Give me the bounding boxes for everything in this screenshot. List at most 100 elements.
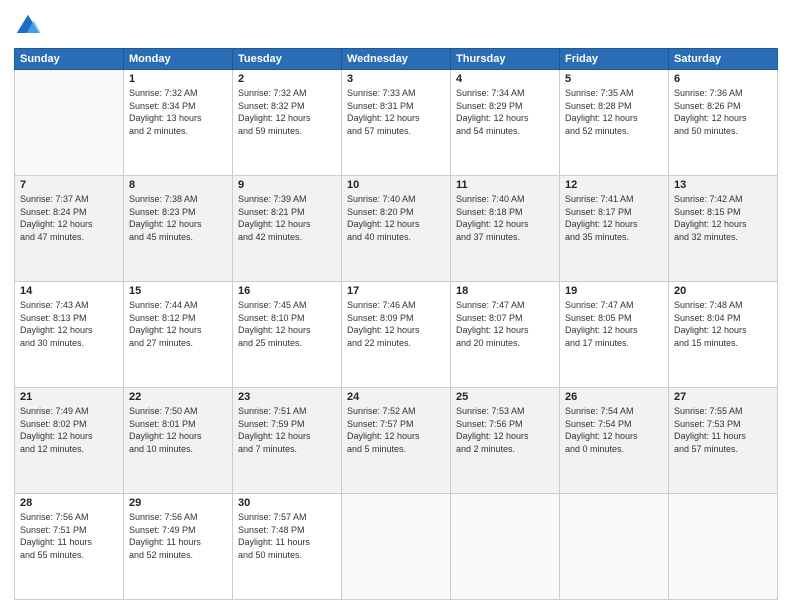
calendar-cell: 3Sunrise: 7:33 AM Sunset: 8:31 PM Daylig… (342, 70, 451, 176)
day-info: Sunrise: 7:39 AM Sunset: 8:21 PM Dayligh… (238, 193, 336, 243)
day-number: 9 (238, 179, 336, 191)
calendar-cell: 29 Sunrise: 7:56 AM Sunset: 7:49 PM Dayli… (124, 494, 233, 600)
day-info: Sunrise: 7:46 AM Sunset: 8:09 PM Dayligh… (347, 299, 445, 349)
weekday-thursday: Thursday (451, 49, 560, 70)
calendar-week-row: 28 Sunrise: 7:56 AM Sunset: 7:51 PM Dayli… (15, 494, 778, 600)
calendar-week-row: 7 Sunrise: 7:37 AM Sunset: 8:24 PM Daylig… (15, 176, 778, 282)
calendar-cell: 10Sunrise: 7:40 AM Sunset: 8:20 PM Dayli… (342, 176, 451, 282)
day-number: 18 (456, 285, 554, 297)
calendar-cell: 1 Sunrise: 7:32 AM Sunset: 8:34 PM Daylig… (124, 70, 233, 176)
calendar-cell (342, 494, 451, 600)
calendar-cell (15, 70, 124, 176)
day-number: 4 (456, 73, 554, 85)
calendar-cell: 9 Sunrise: 7:39 AM Sunset: 8:21 PM Daylig… (233, 176, 342, 282)
day-number: 13 (674, 179, 772, 191)
day-info: Sunrise: 7:57 AM Sunset: 7:48 PM Dayligh… (238, 511, 336, 561)
day-number: 7 (20, 179, 118, 191)
calendar-cell: 21Sunrise: 7:49 AM Sunset: 8:02 PM Dayli… (15, 388, 124, 494)
calendar-cell: 30 Sunrise: 7:57 AM Sunset: 7:48 PM Dayli… (233, 494, 342, 600)
day-number: 12 (565, 179, 663, 191)
calendar-week-row: 21Sunrise: 7:49 AM Sunset: 8:02 PM Dayli… (15, 388, 778, 494)
day-info: Sunrise: 7:43 AM Sunset: 8:13 PM Dayligh… (20, 299, 118, 349)
day-info: Sunrise: 7:35 AM Sunset: 8:28 PM Dayligh… (565, 87, 663, 137)
day-info: Sunrise: 7:51 AM Sunset: 7:59 PM Dayligh… (238, 405, 336, 455)
day-number: 21 (20, 391, 118, 403)
calendar-cell: 5 Sunrise: 7:35 AM Sunset: 8:28 PM Daylig… (560, 70, 669, 176)
calendar-cell: 11 Sunrise: 7:40 AM Sunset: 8:18 PM Dayli… (451, 176, 560, 282)
day-number: 8 (129, 179, 227, 191)
day-info: Sunrise: 7:32 AM Sunset: 8:34 PM Dayligh… (129, 87, 227, 137)
day-number: 24 (347, 391, 445, 403)
day-number: 29 (129, 497, 227, 509)
calendar-cell: 15 Sunrise: 7:44 AM Sunset: 8:12 PM Dayli… (124, 282, 233, 388)
day-info: Sunrise: 7:47 AM Sunset: 8:07 PM Dayligh… (456, 299, 554, 349)
day-number: 19 (565, 285, 663, 297)
weekday-saturday: Saturday (669, 49, 778, 70)
day-number: 11 (456, 179, 554, 191)
day-info: Sunrise: 7:44 AM Sunset: 8:12 PM Dayligh… (129, 299, 227, 349)
calendar-table: SundayMondayTuesdayWednesdayThursdayFrid… (14, 48, 778, 600)
header (14, 12, 778, 40)
day-number: 15 (129, 285, 227, 297)
logo (14, 12, 46, 40)
day-number: 17 (347, 285, 445, 297)
calendar-cell: 4 Sunrise: 7:34 AM Sunset: 8:29 PM Daylig… (451, 70, 560, 176)
day-info: Sunrise: 7:47 AM Sunset: 8:05 PM Dayligh… (565, 299, 663, 349)
day-number: 30 (238, 497, 336, 509)
day-info: Sunrise: 7:55 AM Sunset: 7:53 PM Dayligh… (674, 405, 772, 455)
day-number: 28 (20, 497, 118, 509)
day-number: 1 (129, 73, 227, 85)
day-info: Sunrise: 7:56 AM Sunset: 7:51 PM Dayligh… (20, 511, 118, 561)
day-number: 20 (674, 285, 772, 297)
weekday-sunday: Sunday (15, 49, 124, 70)
day-number: 22 (129, 391, 227, 403)
page: SundayMondayTuesdayWednesdayThursdayFrid… (0, 0, 792, 612)
day-info: Sunrise: 7:34 AM Sunset: 8:29 PM Dayligh… (456, 87, 554, 137)
weekday-tuesday: Tuesday (233, 49, 342, 70)
day-number: 14 (20, 285, 118, 297)
day-number: 5 (565, 73, 663, 85)
calendar-cell: 7 Sunrise: 7:37 AM Sunset: 8:24 PM Daylig… (15, 176, 124, 282)
calendar-cell: 2Sunrise: 7:32 AM Sunset: 8:32 PM Daylig… (233, 70, 342, 176)
day-info: Sunrise: 7:54 AM Sunset: 7:54 PM Dayligh… (565, 405, 663, 455)
day-number: 27 (674, 391, 772, 403)
calendar-cell: 19 Sunrise: 7:47 AM Sunset: 8:05 PM Dayli… (560, 282, 669, 388)
day-info: Sunrise: 7:42 AM Sunset: 8:15 PM Dayligh… (674, 193, 772, 243)
calendar-cell: 6Sunrise: 7:36 AM Sunset: 8:26 PM Daylig… (669, 70, 778, 176)
weekday-header-row: SundayMondayTuesdayWednesdayThursdayFrid… (15, 49, 778, 70)
day-info: Sunrise: 7:37 AM Sunset: 8:24 PM Dayligh… (20, 193, 118, 243)
calendar-week-row: 14 Sunrise: 7:43 AM Sunset: 8:13 PM Dayli… (15, 282, 778, 388)
day-info: Sunrise: 7:41 AM Sunset: 8:17 PM Dayligh… (565, 193, 663, 243)
logo-icon (14, 12, 42, 40)
calendar-cell: 13 Sunrise: 7:42 AM Sunset: 8:15 PM Dayli… (669, 176, 778, 282)
calendar-cell: 8Sunrise: 7:38 AM Sunset: 8:23 PM Daylig… (124, 176, 233, 282)
calendar-cell: 23 Sunrise: 7:51 AM Sunset: 7:59 PM Dayli… (233, 388, 342, 494)
calendar-cell (669, 494, 778, 600)
day-info: Sunrise: 7:50 AM Sunset: 8:01 PM Dayligh… (129, 405, 227, 455)
weekday-wednesday: Wednesday (342, 49, 451, 70)
weekday-monday: Monday (124, 49, 233, 70)
calendar-cell: 26 Sunrise: 7:54 AM Sunset: 7:54 PM Dayli… (560, 388, 669, 494)
day-info: Sunrise: 7:56 AM Sunset: 7:49 PM Dayligh… (129, 511, 227, 561)
day-info: Sunrise: 7:45 AM Sunset: 8:10 PM Dayligh… (238, 299, 336, 349)
calendar-cell: 16Sunrise: 7:45 AM Sunset: 8:10 PM Dayli… (233, 282, 342, 388)
calendar-cell: 20 Sunrise: 7:48 AM Sunset: 8:04 PM Dayli… (669, 282, 778, 388)
day-info: Sunrise: 7:40 AM Sunset: 8:18 PM Dayligh… (456, 193, 554, 243)
calendar-cell: 22 Sunrise: 7:50 AM Sunset: 8:01 PM Dayli… (124, 388, 233, 494)
day-number: 23 (238, 391, 336, 403)
calendar-cell: 18 Sunrise: 7:47 AM Sunset: 8:07 PM Dayli… (451, 282, 560, 388)
day-info: Sunrise: 7:33 AM Sunset: 8:31 PM Dayligh… (347, 87, 445, 137)
calendar-week-row: 1 Sunrise: 7:32 AM Sunset: 8:34 PM Daylig… (15, 70, 778, 176)
day-number: 2 (238, 73, 336, 85)
day-number: 26 (565, 391, 663, 403)
day-info: Sunrise: 7:40 AM Sunset: 8:20 PM Dayligh… (347, 193, 445, 243)
calendar-cell: 17 Sunrise: 7:46 AM Sunset: 8:09 PM Dayli… (342, 282, 451, 388)
calendar-cell: 24Sunrise: 7:52 AM Sunset: 7:57 PM Dayli… (342, 388, 451, 494)
day-info: Sunrise: 7:36 AM Sunset: 8:26 PM Dayligh… (674, 87, 772, 137)
calendar-cell: 14 Sunrise: 7:43 AM Sunset: 8:13 PM Dayli… (15, 282, 124, 388)
calendar-cell (560, 494, 669, 600)
day-info: Sunrise: 7:53 AM Sunset: 7:56 PM Dayligh… (456, 405, 554, 455)
day-info: Sunrise: 7:48 AM Sunset: 8:04 PM Dayligh… (674, 299, 772, 349)
day-number: 25 (456, 391, 554, 403)
weekday-friday: Friday (560, 49, 669, 70)
